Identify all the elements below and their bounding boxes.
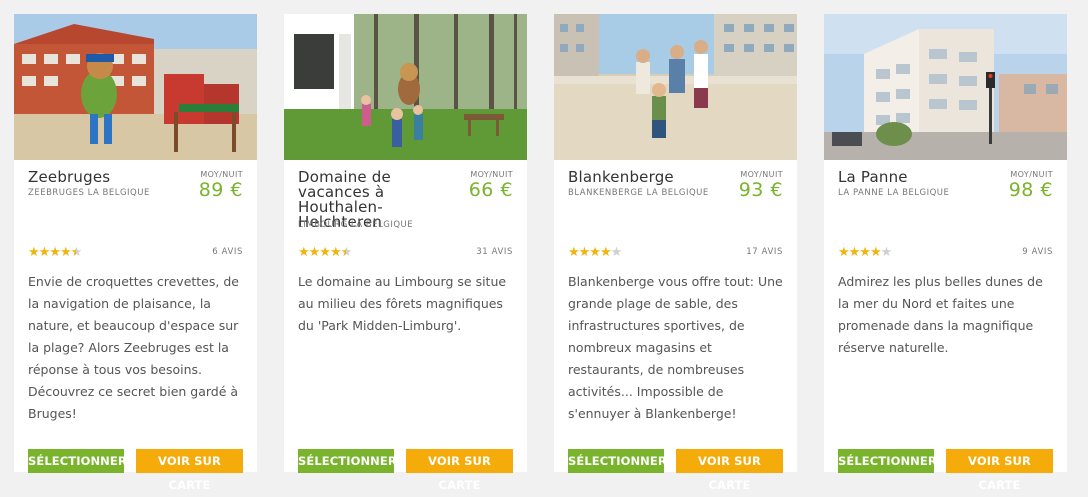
review-count[interactable]: 6 AVIS — [212, 247, 243, 257]
star-rating: ★★★★★ — [298, 245, 353, 260]
rating-row: ★★★★★ 6 AVIS — [28, 245, 243, 260]
empty-star-icon: ★ — [610, 245, 623, 260]
view-on-map-button[interactable]: VOIR SUR CARTE — [136, 449, 243, 492]
price-per-night: 66 € — [468, 179, 513, 201]
resort-title[interactable]: Blankenberge — [568, 170, 728, 185]
half-star-icon: ★ — [340, 245, 353, 260]
star-icon: ★★★★ — [568, 245, 612, 260]
star-rating: ★★★★★ — [568, 245, 623, 260]
resort-title[interactable]: Zeebruges — [28, 170, 188, 185]
star-rating: ★★★★★ — [838, 245, 893, 260]
price-per-night: 89 € — [198, 179, 243, 201]
resort-card-list: Zeebruges ZEEBRUGES LA BELGIQUE MOY/NUIT… — [0, 0, 1088, 492]
resort-card: Blankenberge BLANKENBERGE LA BELGIQUE MO… — [554, 14, 797, 492]
rating-row: ★★★★★ 31 AVIS — [298, 245, 513, 260]
view-on-map-button[interactable]: VOIR SUR CARTE — [676, 449, 783, 492]
price-label: MOY/NUIT — [200, 170, 243, 179]
resort-photo-houthalen[interactable] — [284, 14, 527, 160]
resort-description: Le domaine au Limbourg se situe au milie… — [298, 274, 507, 333]
playground-photo — [14, 14, 257, 160]
beach-photo — [554, 14, 797, 160]
review-count[interactable]: 9 AVIS — [1022, 247, 1053, 257]
review-count[interactable]: 17 AVIS — [746, 247, 783, 257]
resort-photo-la-panne[interactable] — [824, 14, 1067, 160]
price-label: MOY/NUIT — [470, 170, 513, 179]
price-per-night: 93 € — [738, 179, 783, 201]
select-button[interactable]: SÉLECTIONNER — [298, 449, 397, 473]
select-button[interactable]: SÉLECTIONNER — [568, 449, 667, 473]
resort-location: ZEEBRUGES LA BELGIQUE — [28, 188, 150, 198]
star-icon: ★★★★ — [838, 245, 882, 260]
half-star-icon: ★ — [70, 245, 83, 260]
star-icon: ★★★★ — [298, 245, 342, 260]
apartment-building-photo — [824, 14, 1067, 160]
view-on-map-button[interactable]: VOIR SUR CARTE — [946, 449, 1053, 492]
forest-photo — [284, 14, 527, 160]
resort-photo-blankenberge[interactable] — [554, 14, 797, 160]
star-rating: ★★★★★ — [28, 245, 83, 260]
resort-location: BLANKENBERGE LA BELGIQUE — [568, 188, 709, 198]
resort-photo-zeebruges[interactable] — [14, 14, 257, 160]
resort-title[interactable]: La Panne — [838, 170, 998, 185]
resort-card: La Panne LA PANNE LA BELGIQUE MOY/NUIT 9… — [824, 14, 1067, 492]
rating-row: ★★★★★ 17 AVIS — [568, 245, 783, 260]
empty-star-icon: ★ — [880, 245, 893, 260]
price-per-night: 98 € — [1008, 179, 1053, 201]
resort-location: LIMBOURG LA BELGIQUE — [298, 220, 414, 230]
star-icon: ★★★★ — [28, 245, 72, 260]
price-label: MOY/NUIT — [740, 170, 783, 179]
resort-description: Admirez les plus belles dunes de la mer … — [838, 274, 1043, 355]
resort-description: Envie de croquettes crevettes, de la nav… — [28, 274, 239, 421]
resort-card: Zeebruges ZEEBRUGES LA BELGIQUE MOY/NUIT… — [14, 14, 257, 492]
review-count[interactable]: 31 AVIS — [476, 247, 513, 257]
select-button[interactable]: SÉLECTIONNER — [28, 449, 127, 473]
view-on-map-button[interactable]: VOIR SUR CARTE — [406, 449, 513, 492]
resort-description: Blankenberge vous offre tout: Une grande… — [568, 274, 783, 421]
select-button[interactable]: SÉLECTIONNER — [838, 449, 937, 473]
resort-location: LA PANNE LA BELGIQUE — [838, 188, 950, 198]
resort-card: Domaine de vacances à Houthalen-Helchter… — [284, 14, 527, 492]
price-label: MOY/NUIT — [1010, 170, 1053, 179]
rating-row: ★★★★★ 9 AVIS — [838, 245, 1053, 260]
